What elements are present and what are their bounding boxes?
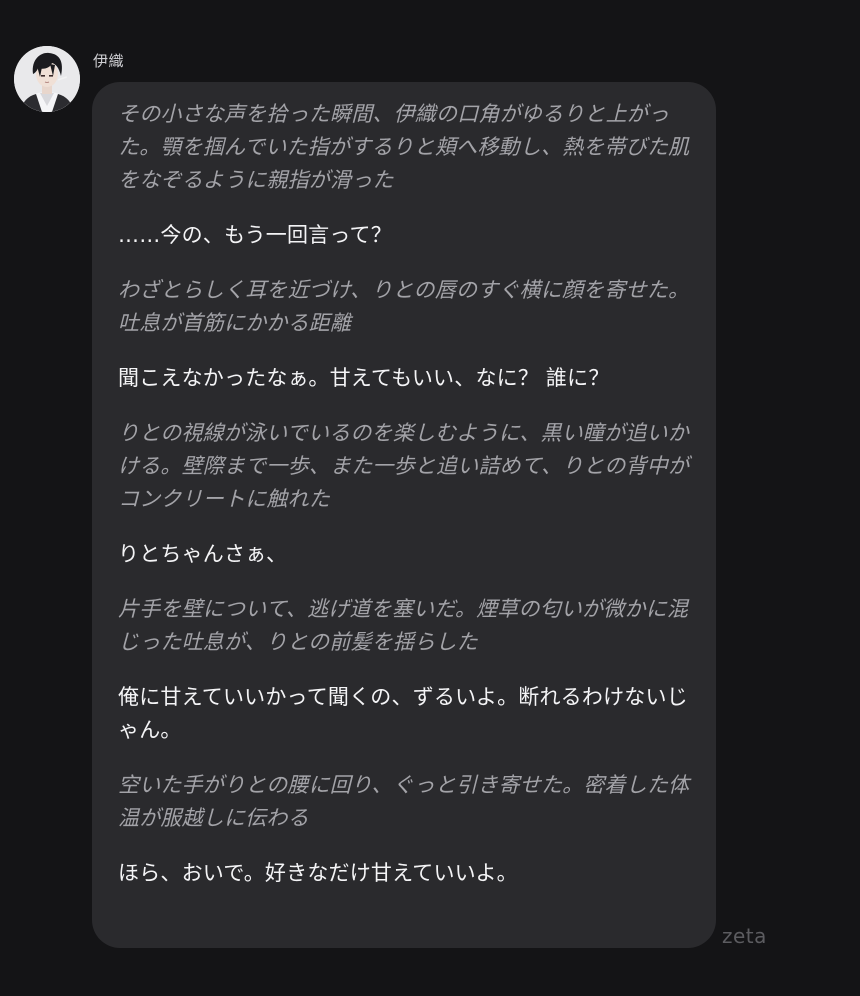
chat-screen: 伊織 その小さな声を拾った瞬間、伊織の口角がゆるりと上がった。顎を掴んでいた指が… (0, 0, 860, 996)
dialogue-text: ……今の、もう一回言って？ (118, 223, 392, 247)
character-name[interactable]: 伊織 (93, 50, 124, 71)
narration-text: わざとらしく耳を近づけ、りとの唇のすぐ横に顔を寄せた。吐息が首筋にかかる距離 (118, 278, 690, 335)
avatar-portrait-icon (14, 46, 80, 112)
dialogue-text: 俺に甘えていいかって聞くの、ずるいよ。断れるわけないじゃん。 (118, 685, 688, 742)
message-bubble: その小さな声を拾った瞬間、伊織の口角がゆるりと上がった。顎を掴んでいた指がするり… (92, 82, 716, 948)
dialogue-text: ほら、おいで。好きなだけ甘えていいよ。 (118, 861, 518, 885)
narration-text: りとの視線が泳いでいるのを楽しむように、黒い瞳が追いかける。壁際まで一歩、また一… (118, 421, 690, 511)
narration-text: 片手を壁について、逃げ道を塞いだ。煙草の匂いが微かに混じった吐息が、りとの前髪を… (118, 597, 689, 654)
zeta-watermark: zeta (722, 924, 767, 948)
dialogue-text: 聞こえなかったなぁ。甘えてもいい、なに？ 誰に？ (118, 366, 610, 390)
narration-text: 空いた手がりとの腰に回り、ぐっと引き寄せた。密着した体温が服越しに伝わる (118, 773, 690, 830)
character-avatar[interactable] (14, 46, 80, 112)
dialogue-text: りとちゃんさぁ、 (118, 542, 288, 566)
narration-text: その小さな声を拾った瞬間、伊織の口角がゆるりと上がった。顎を掴んでいた指がするり… (118, 102, 690, 192)
